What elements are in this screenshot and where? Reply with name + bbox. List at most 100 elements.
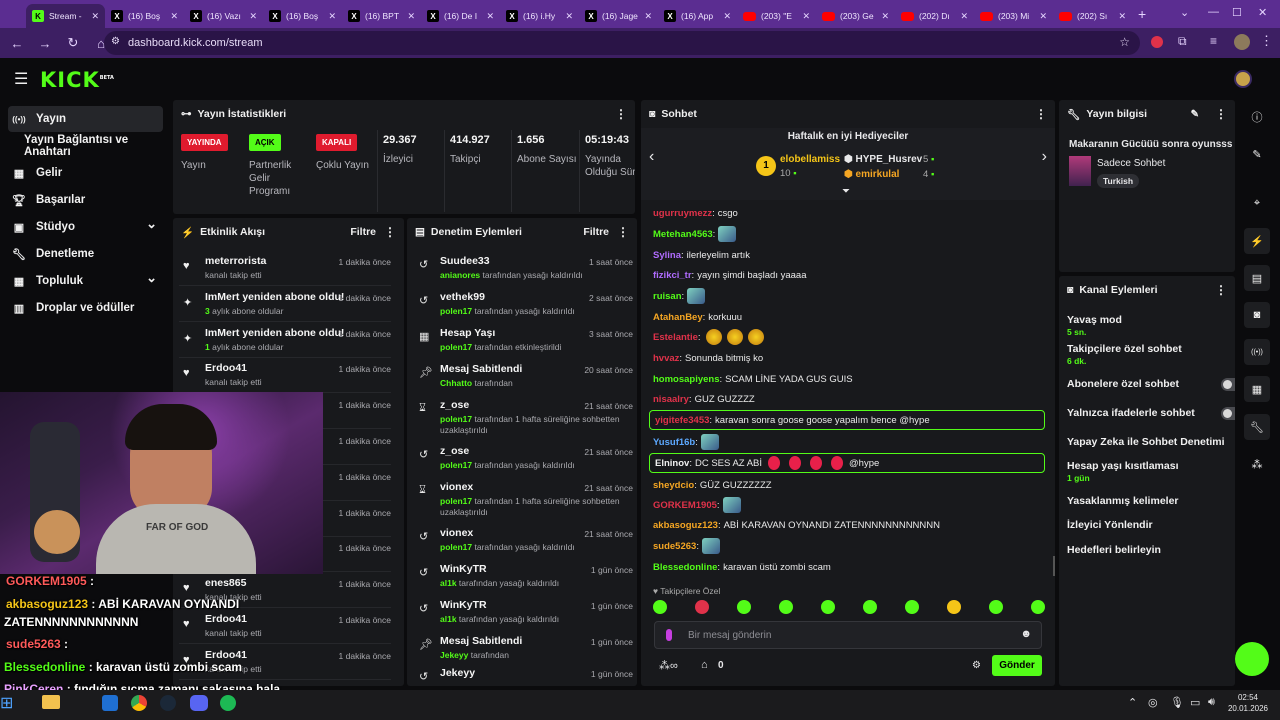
- nav-item[interactable]: Yayın Bağlantısı ve Anahtarı: [8, 133, 163, 159]
- wrench-icon[interactable]: 🔧︎: [1244, 414, 1270, 440]
- site-info-icon[interactable]: ⚙: [111, 36, 120, 47]
- browser-tab[interactable]: X (16) Boş ✕: [105, 4, 184, 28]
- chat-message[interactable]: ruisan:: [653, 287, 706, 305]
- chat-message[interactable]: Elninov: DC SES AZ ABİ @hype: [649, 453, 1045, 473]
- nav-item[interactable]: ((•)) Yayın: [8, 106, 163, 132]
- chat-input[interactable]: Bir mesaj gönderin ☻: [654, 621, 1042, 649]
- user-avatar[interactable]: [1234, 70, 1252, 88]
- chat-message[interactable]: Yusuf16b:: [653, 433, 719, 451]
- close-tab-icon[interactable]: ✕: [170, 11, 178, 22]
- chat-username[interactable]: akbasoguz123: [653, 520, 718, 531]
- discord-icon[interactable]: [190, 695, 208, 711]
- more-options-icon[interactable]: ⋮: [1035, 107, 1047, 121]
- chat-username[interactable]: hvvaz: [653, 353, 679, 364]
- gifter-name[interactable]: ⬢ emirkulal: [844, 169, 899, 180]
- moderation-row[interactable]: ↺ vionex polen17 tarafından yasağı kaldırı…: [413, 524, 637, 558]
- browser-tab[interactable]: (203) "E ✕: [737, 4, 816, 28]
- hamburger-menu-icon[interactable]: ☰: [14, 69, 28, 89]
- chat-message[interactable]: Metehan4563:: [653, 225, 737, 243]
- chat-settings-icon[interactable]: ⁂∞: [659, 659, 678, 672]
- chat-bubble-icon[interactable]: ◙: [1244, 302, 1270, 328]
- tray-app-icon[interactable]: ◎: [1148, 696, 1158, 709]
- browser-menu-icon[interactable]: ⋮: [1260, 33, 1273, 49]
- moderation-row[interactable]: ↺ WinKyTR al1k tarafından yasağı kaldırıld…: [413, 596, 637, 630]
- prev-arrow-icon[interactable]: ‹: [649, 148, 654, 166]
- browser-tab[interactable]: (203) Mi ✕: [974, 4, 1053, 28]
- nav-item[interactable]: ▥ Droplar ve ödüller: [8, 295, 163, 321]
- chat-username[interactable]: Sylina: [653, 250, 681, 261]
- chat-message[interactable]: Estelantie:: [653, 328, 764, 346]
- edit-pencil-icon[interactable]: ✎: [1191, 109, 1199, 120]
- more-options-icon[interactable]: ⋮: [1215, 107, 1227, 121]
- channel-action[interactable]: Yalnızca ifadelerle sohbet: [1067, 407, 1235, 420]
- chat-message[interactable]: yigitefe3453: karavan sonra goose goose y…: [649, 410, 1045, 430]
- more-options-icon[interactable]: ⋮: [1215, 283, 1227, 297]
- tab-search-icon[interactable]: ⌄: [1180, 6, 1189, 19]
- outlook-icon[interactable]: [102, 695, 118, 711]
- nav-item[interactable]: ▦ Topluluk ⌄: [8, 268, 163, 294]
- info-icon[interactable]: ⓘ: [1244, 104, 1270, 130]
- activity-row[interactable]: ♥ meterrorista kanalı takip etti 1 dakika ö…: [179, 252, 391, 286]
- browser-tab[interactable]: (202) Dı ✕: [895, 4, 974, 28]
- moderation-row[interactable]: ▦ Hesap Yaşı polen17 tarafından etkinleşti…: [413, 324, 637, 358]
- start-button[interactable]: ⊞: [0, 693, 13, 713]
- chat-message[interactable]: homosapiyens: SCAM LİNE YADA GUS GUIS: [653, 370, 853, 388]
- moderation-row[interactable]: ⌛︎ vionex polen17 tarafından 1 hafta sürel…: [413, 478, 637, 522]
- nav-item[interactable]: ▣ Stüdyo ⌄: [8, 214, 163, 240]
- maximize-button[interactable]: ☐: [1232, 6, 1242, 19]
- close-tab-icon[interactable]: ✕: [723, 11, 731, 22]
- channel-action[interactable]: İzleyici Yönlendir: [1067, 519, 1231, 531]
- close-tab-icon[interactable]: ✕: [802, 11, 810, 22]
- close-tab-icon[interactable]: ✕: [1118, 11, 1126, 22]
- mic-tray-icon[interactable]: 🎙︎: [1170, 696, 1184, 709]
- new-tab-button[interactable]: +: [1138, 6, 1146, 22]
- chat-username[interactable]: sude5263: [653, 541, 696, 552]
- monitor-icon[interactable]: ▭: [1190, 696, 1200, 709]
- channel-action[interactable]: Yasaklanmış kelimeler›: [1067, 495, 1231, 507]
- extensions-puzzle-icon[interactable]: ⧉: [1178, 34, 1187, 49]
- emoji-picker-icon[interactable]: ☻: [1020, 628, 1032, 640]
- moderation-row[interactable]: ↺ vethek99 polen17 tarafından yasağı kaldı…: [413, 288, 637, 322]
- close-tab-icon[interactable]: ✕: [565, 11, 573, 22]
- browser-tab[interactable]: X (16) i.Hy ✕: [500, 4, 579, 28]
- support-headset-button[interactable]: [1235, 642, 1269, 676]
- activity-row[interactable]: ✦ ImMert yeniden abone oldu! 1 aylık abone…: [179, 324, 391, 358]
- layout-icon[interactable]: ▦: [1244, 376, 1270, 402]
- minimize-button[interactable]: —: [1208, 6, 1219, 18]
- browser-tab[interactable]: K Stream - ✕: [26, 4, 105, 28]
- url-bar[interactable]: ⚙ dashboard.kick.com/stream ☆: [104, 31, 1140, 55]
- quick-emote-icon[interactable]: [863, 600, 877, 614]
- chat-username[interactable]: AtahanBey: [653, 312, 703, 323]
- quick-emote-icon[interactable]: [905, 600, 919, 614]
- nav-item[interactable]: ▦ Gelir: [8, 160, 163, 186]
- channel-action[interactable]: Hesap yaşı kısıtlaması1 gün›: [1067, 460, 1231, 483]
- chat-username[interactable]: fizikci_tr: [653, 270, 692, 281]
- quick-emote-icon[interactable]: [779, 600, 793, 614]
- chat-username[interactable]: ruisan: [653, 291, 682, 302]
- back-button[interactable]: ←: [10, 36, 24, 51]
- chat-message[interactable]: sude5263:: [653, 537, 720, 555]
- chat-username[interactable]: ugurruymezz: [653, 208, 712, 219]
- gifter-name[interactable]: ⬢ HYPE_Husrev: [844, 154, 922, 165]
- close-tab-icon[interactable]: ✕: [486, 11, 494, 22]
- browser-tab[interactable]: X (16) De I ✕: [421, 4, 500, 28]
- close-window-button[interactable]: ✕: [1258, 6, 1267, 19]
- send-button[interactable]: Gönder: [992, 655, 1042, 676]
- gift-icon[interactable]: ⌂: [701, 659, 708, 671]
- chat-message[interactable]: Sylina: ilerleyelim artık: [653, 246, 750, 264]
- chat-message[interactable]: akbasoguz123: ABİ KARAVAN OYNANDI ZATENNN…: [653, 516, 940, 534]
- close-tab-icon[interactable]: ✕: [407, 11, 415, 22]
- quick-emote-icon[interactable]: [1031, 600, 1045, 614]
- nav-item[interactable]: 🏆︎ Başarılar: [8, 187, 163, 213]
- close-tab-icon[interactable]: ✕: [328, 11, 336, 22]
- filter-button[interactable]: Filtre: [350, 226, 376, 238]
- moderation-row[interactable]: ↺ Jekeyy 1 gün önce: [413, 664, 637, 686]
- broadcast-icon[interactable]: ((•)): [1244, 339, 1270, 365]
- chat-message[interactable]: Blessedonline: karavan üstü zombi scam: [653, 558, 831, 576]
- reload-button[interactable]: ↻: [66, 35, 80, 51]
- notes-icon[interactable]: ▤: [1244, 265, 1270, 291]
- chat-message[interactable]: AtahanBey: korkuuu: [653, 308, 742, 326]
- tray-chevron-icon[interactable]: ⌃: [1128, 696, 1137, 709]
- moderation-row[interactable]: ↺ z_ose polen17 tarafından yasağı kaldırıl…: [413, 442, 637, 476]
- close-tab-icon[interactable]: ✕: [1039, 11, 1047, 22]
